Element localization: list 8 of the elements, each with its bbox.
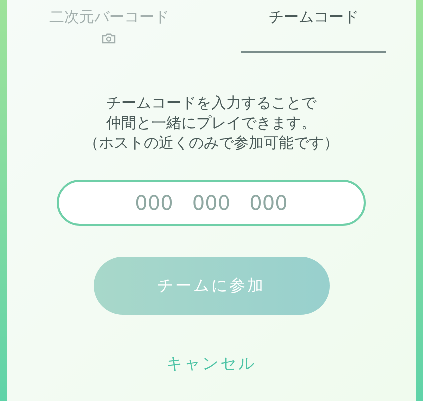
instruction-text: 仲間と一緒にプレイできます。	[106, 114, 316, 132]
tab[interactable]: チームコード	[212, 0, 416, 58]
camera-icon	[102, 32, 116, 44]
tab[interactable]: 二次元バーコード	[7, 0, 212, 58]
instruction-text: チームコードを入力することで	[106, 94, 316, 112]
instruction-text: （ホストの近くのみで参加可能です）	[84, 134, 339, 152]
code-field[interactable]: 000 000 000	[57, 180, 366, 226]
cancel-link[interactable]: キャンセル	[166, 352, 256, 376]
